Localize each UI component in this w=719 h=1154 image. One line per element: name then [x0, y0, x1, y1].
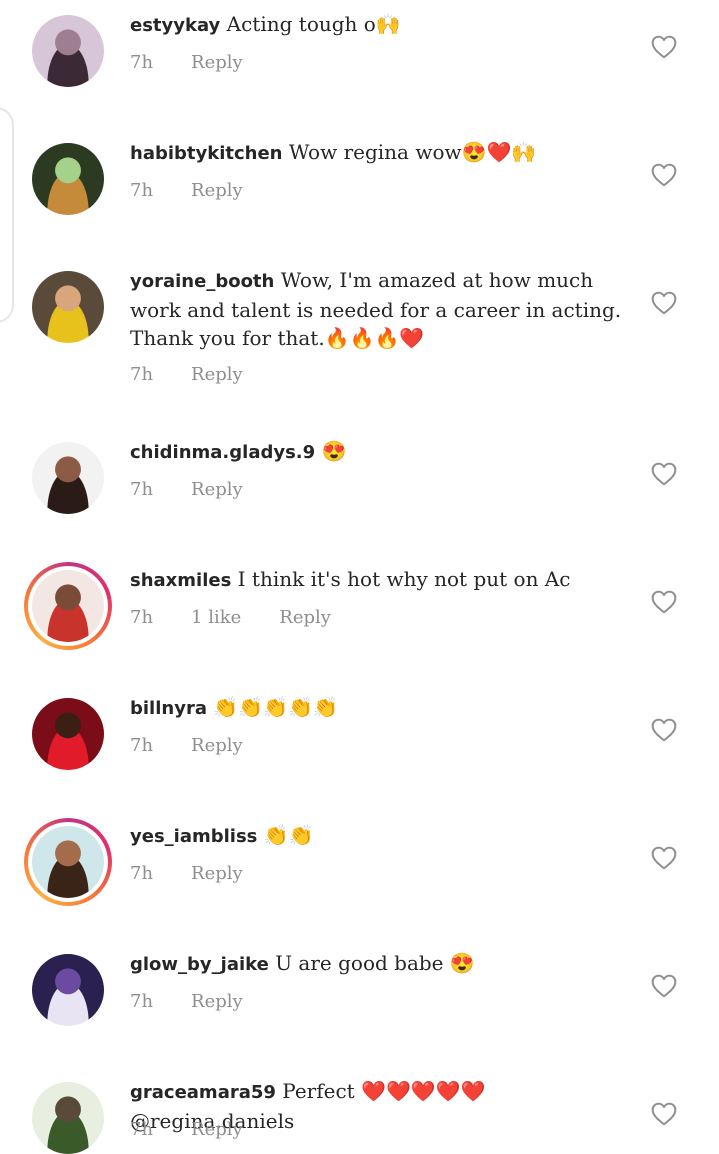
heart-icon[interactable] — [651, 718, 677, 742]
comment-body: U are good babe 😍 — [275, 951, 475, 975]
comment-body: Wow regina wow😍❤️🙌 — [288, 140, 537, 164]
comment-time: 7h — [130, 607, 154, 628]
heart-icon[interactable] — [651, 291, 677, 315]
reply-button[interactable]: Reply — [191, 863, 243, 884]
comment-username[interactable]: chidinma.gladys.9 — [130, 442, 315, 463]
heart-icon[interactable] — [651, 974, 677, 998]
comment-text: yes_iambliss 👏👏 — [130, 821, 625, 851]
heart-icon[interactable] — [651, 35, 677, 59]
reply-button[interactable]: Reply — [279, 607, 331, 628]
comment-time: 7h — [130, 863, 154, 884]
avatar[interactable] — [32, 442, 104, 514]
comment-text: habibtykitchen Wow regina wow😍❤️🙌 — [130, 138, 625, 168]
comment-meta: 7h 1 like Reply — [130, 607, 331, 628]
comment-time: 7h — [130, 180, 154, 201]
comment-body: I think it's hot why not put on Ac — [237, 567, 571, 591]
comment-username[interactable]: yoraine_booth — [130, 271, 274, 292]
comment-body: 👏👏 — [263, 823, 314, 847]
avatar[interactable] — [32, 698, 104, 770]
reply-button[interactable]: Reply — [191, 479, 243, 500]
story-ring[interactable] — [24, 818, 112, 906]
comment-username[interactable]: yes_iambliss — [130, 826, 257, 847]
comment-body: 😍 — [321, 439, 347, 463]
reply-button[interactable]: Reply — [191, 364, 243, 385]
reply-button[interactable]: Reply — [191, 735, 243, 756]
heart-icon[interactable] — [651, 462, 677, 486]
comment-username[interactable]: estyykay — [130, 15, 220, 36]
comment-text: billnyra 👏👏👏👏👏 — [130, 693, 625, 723]
avatar[interactable] — [32, 1082, 104, 1154]
heart-icon[interactable] — [651, 1102, 677, 1126]
side-panel-edge — [0, 107, 14, 323]
heart-icon[interactable] — [651, 846, 677, 870]
comment-text: chidinma.gladys.9 😍 — [130, 437, 625, 467]
comment-meta: 7h Reply — [130, 52, 243, 73]
comment-username[interactable]: habibtykitchen — [130, 143, 283, 164]
comment-time: 7h — [130, 991, 154, 1012]
reply-button[interactable]: Reply — [191, 180, 243, 201]
comment-meta: 7h Reply — [130, 735, 243, 756]
comment-time: 7h — [130, 52, 154, 73]
comment-time: 7h — [130, 1119, 154, 1140]
comment-username[interactable]: shaxmiles — [130, 570, 231, 591]
comment-text: yoraine_booth Wow, I'm amazed at how muc… — [130, 266, 625, 352]
avatar[interactable] — [32, 271, 104, 343]
comment-time: 7h — [130, 735, 154, 756]
avatar[interactable] — [24, 818, 112, 906]
comment-meta: 7h Reply — [130, 479, 243, 500]
comment-likes[interactable]: 1 like — [191, 607, 241, 628]
comment-time: 7h — [130, 364, 154, 385]
reply-button[interactable]: Reply — [191, 1119, 243, 1140]
comment-meta: 7h Reply — [130, 1119, 243, 1140]
comment-meta: 7h Reply — [130, 991, 243, 1012]
comment-body: Acting tough o🙌 — [226, 12, 401, 36]
comment-text: shaxmiles I think it's hot why not put o… — [130, 565, 625, 595]
avatar[interactable] — [32, 954, 104, 1026]
comment-meta: 7h Reply — [130, 364, 243, 385]
comment-text: estyykay Acting tough o🙌 — [130, 10, 625, 40]
heart-icon[interactable] — [651, 590, 677, 614]
avatar[interactable] — [32, 143, 104, 215]
reply-button[interactable]: Reply — [191, 52, 243, 73]
avatar[interactable] — [32, 15, 104, 87]
comment-username[interactable]: billnyra — [130, 698, 207, 719]
story-ring[interactable] — [24, 562, 112, 650]
reply-button[interactable]: Reply — [191, 991, 243, 1012]
comment-text: glow_by_jaike U are good babe 😍 — [130, 949, 625, 979]
avatar[interactable] — [24, 562, 112, 650]
comment-body: 👏👏👏👏👏 — [213, 695, 338, 719]
comment-username[interactable]: glow_by_jaike — [130, 954, 269, 975]
comment-username[interactable]: graceamara59 — [130, 1082, 276, 1103]
comment-meta: 7h Reply — [130, 180, 243, 201]
comment-time: 7h — [130, 479, 154, 500]
heart-icon[interactable] — [651, 163, 677, 187]
comment-meta: 7h Reply — [130, 863, 243, 884]
